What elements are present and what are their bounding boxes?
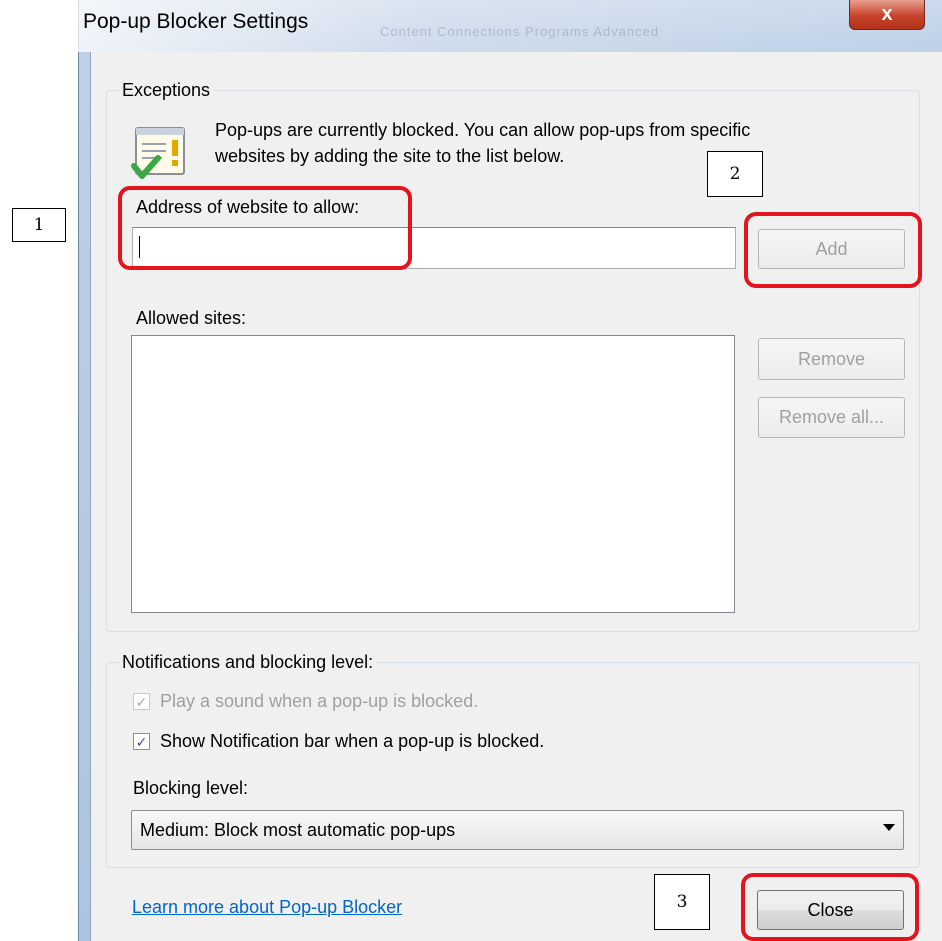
window-title: Pop-up Blocker Settings (83, 10, 309, 33)
play-sound-label: Play a sound when a pop-up is blocked. (160, 691, 479, 711)
show-notification-bar-label: Show Notification bar when a pop-up is b… (160, 731, 545, 751)
notifications-legend: Notifications and blocking level: (119, 652, 377, 673)
show-notification-bar-checkbox[interactable]: ✓ (133, 733, 150, 750)
popup-warning-icon (130, 118, 192, 184)
close-icon: x (881, 3, 893, 25)
window-close-button[interactable]: x (849, 0, 925, 30)
remove-button[interactable]: Remove (758, 338, 905, 380)
allowed-sites-list[interactable] (131, 335, 735, 613)
highlight-close-button (741, 873, 919, 941)
checkmark-icon: ✓ (135, 733, 148, 750)
blocking-level-value: Medium: Block most automatic pop-ups (140, 819, 456, 840)
highlight-add-button (744, 212, 922, 288)
learn-more-link[interactable]: Learn more about Pop-up Blocker (132, 897, 402, 918)
annotation-1: 1 (12, 208, 66, 242)
info-text-line1: Pop-ups are currently blocked. You can a… (215, 120, 751, 140)
info-text-line2: websites by adding the site to the list … (215, 146, 565, 166)
allowed-sites-label: Allowed sites: (136, 308, 247, 328)
chevron-down-icon (883, 824, 895, 831)
play-sound-checkbox[interactable]: ✓ (133, 693, 150, 710)
highlight-address-field (118, 186, 412, 270)
remove-all-button[interactable]: Remove all... (758, 397, 905, 438)
blocking-level-select[interactable]: Medium: Block most automatic pop-ups (131, 810, 904, 850)
background-tabs-ghost: Content Connections Programs Advanced (380, 24, 660, 39)
checkmark-icon: ✓ (135, 693, 148, 710)
blocking-level-label: Blocking level: (133, 778, 249, 798)
exceptions-legend: Exceptions (119, 80, 214, 101)
annotation-2: 2 (707, 151, 763, 197)
annotation-3: 3 (654, 874, 710, 930)
